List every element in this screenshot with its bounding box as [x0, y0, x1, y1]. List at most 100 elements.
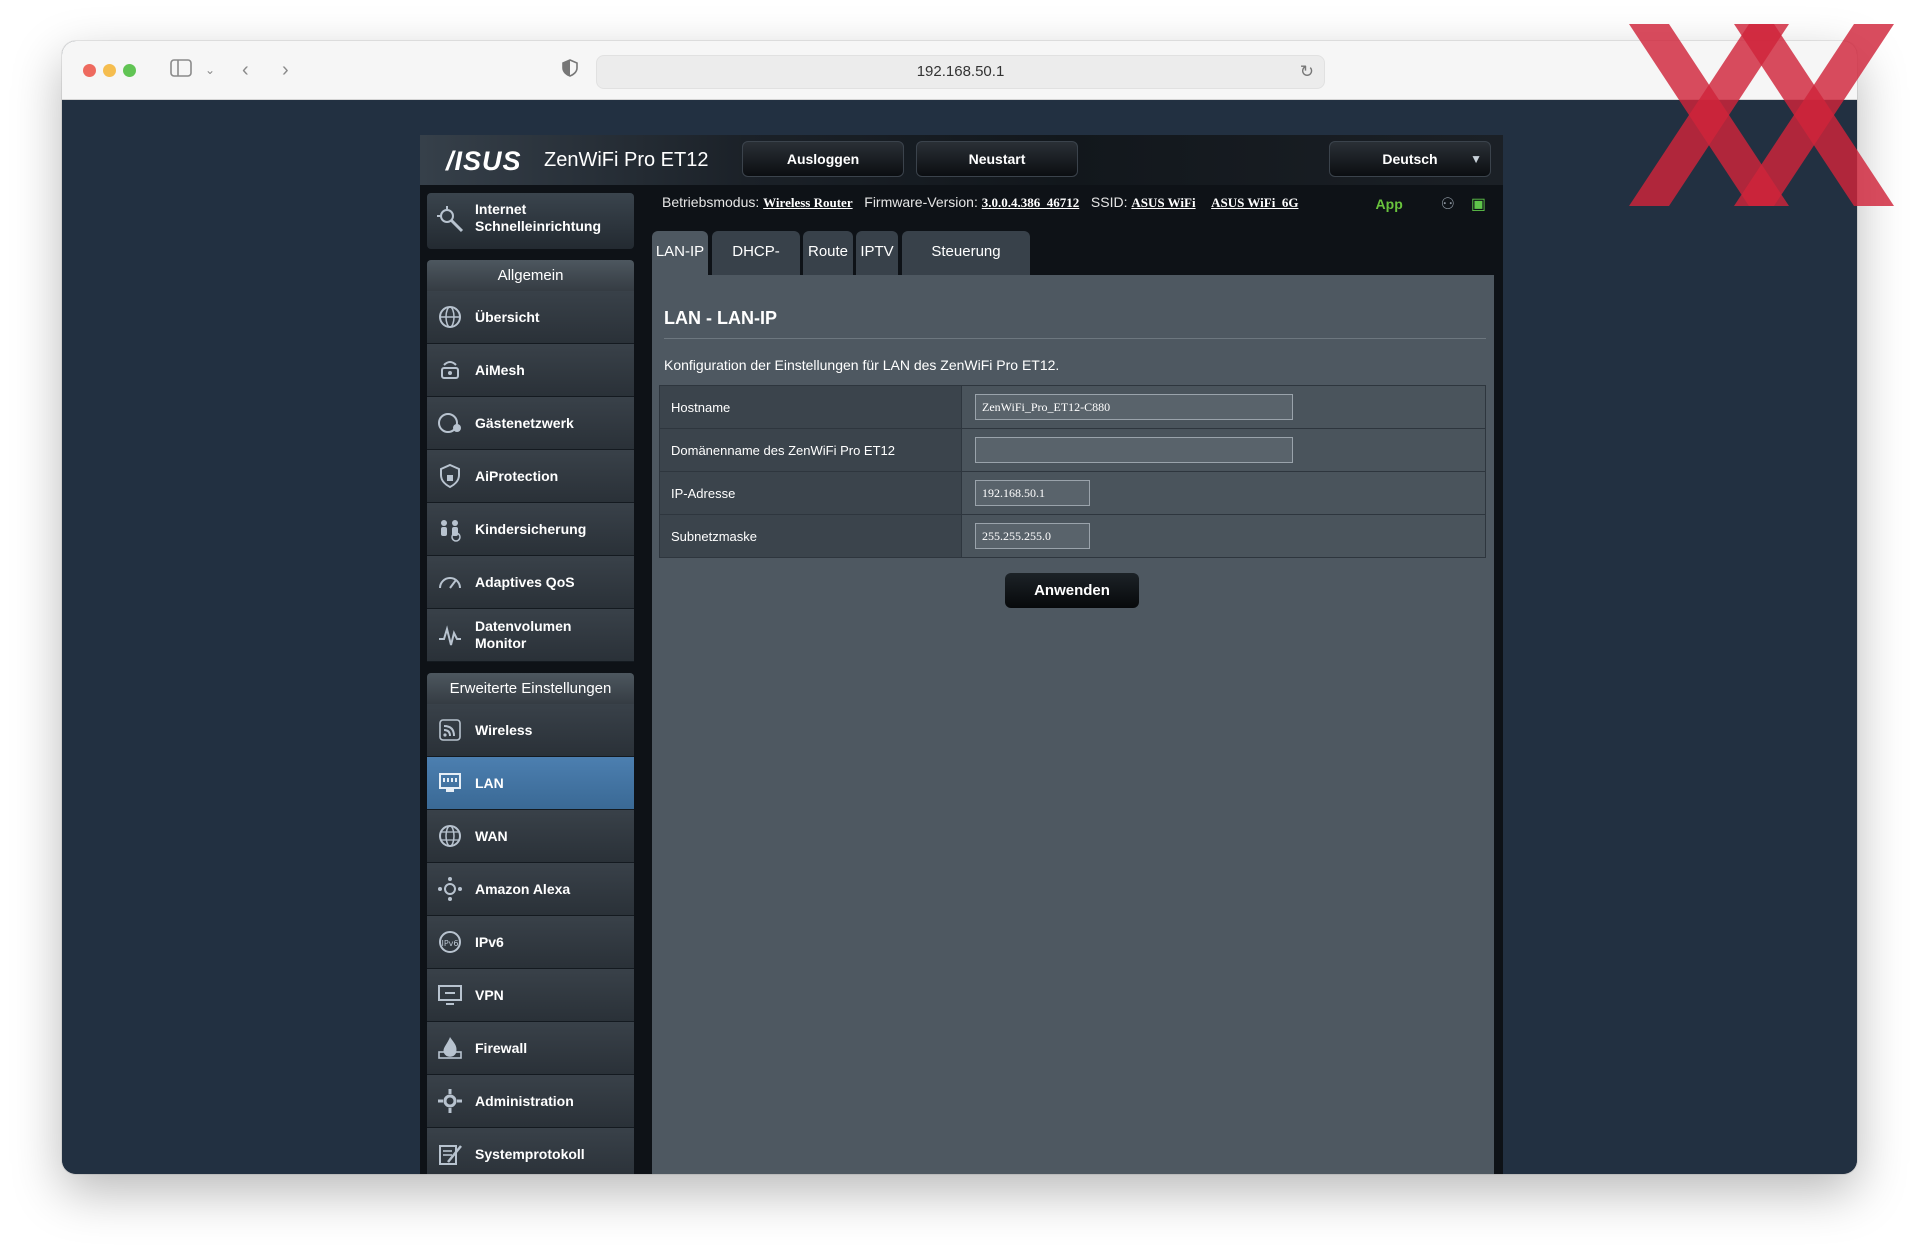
page-viewport: /ISUS ZenWiFi Pro ET12 Ausloggen Neustar…: [62, 100, 1857, 1174]
general-menu: Übersicht AiMesh Gästenetzwerk AiProtection…: [427, 291, 634, 662]
chevron-down-icon[interactable]: ⌄: [205, 59, 215, 81]
close-window-button[interactable]: [83, 64, 96, 77]
page-description: Konfiguration der Einstellungen für LAN …: [664, 357, 1060, 373]
wizard-icon: [435, 205, 465, 233]
apply-button[interactable]: Anwenden: [1005, 573, 1139, 608]
firmware-version-link[interactable]: 3.0.0.4.386_46712: [982, 195, 1080, 210]
router-ui: /ISUS ZenWiFi Pro ET12 Ausloggen Neustar…: [420, 135, 1503, 1174]
sidebar-item-amazon-alexa[interactable]: Amazon Alexa: [427, 863, 634, 916]
tab-iptv[interactable]: IPTV: [856, 231, 898, 275]
browser-window: ⌄ ‹ › 192.168.50.1 ↻ /ISUS ZenWiFi Pro E…: [62, 41, 1857, 1174]
sidebar-item-wan[interactable]: WAN: [427, 810, 634, 863]
page-title: LAN - LAN-IP: [664, 308, 777, 328]
sidebar-item-label: Systemprotokoll: [475, 1145, 585, 1162]
lan-settings-table: Hostname ZenWiFi_Pro_ET12-C880 Domänenna…: [659, 385, 1486, 558]
wan-globe-icon: [435, 822, 465, 850]
sidebar-item-aimesh[interactable]: AiMesh: [427, 344, 634, 397]
back-icon[interactable]: ‹: [242, 59, 249, 81]
ip-address-input[interactable]: 192.168.50.1: [975, 480, 1090, 506]
sidebar-item-label: Datenvolumen Monitor: [475, 618, 572, 651]
shield-lock-icon: [435, 462, 465, 490]
title-divider: [664, 338, 1486, 339]
sidebar-item-administration[interactable]: Administration: [427, 1075, 634, 1128]
minimize-window-button[interactable]: [103, 64, 116, 77]
zoom-window-button[interactable]: [123, 64, 136, 77]
ip-address-label: IP-Adresse: [659, 471, 962, 515]
family-icon: [435, 515, 465, 543]
sidebar-item-label: Kindersicherung: [475, 520, 587, 537]
reload-icon[interactable]: ↻: [1300, 56, 1314, 88]
table-row: Domänenname des ZenWiFi Pro ET12: [659, 428, 1486, 472]
sidebar-item-gästenetzwerk[interactable]: Gästenetzwerk: [427, 397, 634, 450]
ssid-link-1[interactable]: ASUS WiFi: [1131, 195, 1195, 210]
subnet-mask-label: Subnetzmaske: [659, 514, 962, 558]
sidebar-toggle-icon[interactable]: [170, 59, 192, 82]
alexa-icon: [435, 875, 465, 903]
sidebar-item-label: Amazon Alexa: [475, 880, 571, 897]
sidebar-item-übersicht[interactable]: Übersicht: [427, 291, 634, 344]
address-bar[interactable]: 192.168.50.1 ↻: [596, 55, 1325, 89]
sidebar-item-lan[interactable]: LAN: [427, 757, 634, 810]
sidebar-item-label: Adaptives QoS: [475, 573, 575, 590]
sidebar-item-label: AiMesh: [475, 361, 525, 378]
general-section-title: Allgemein: [427, 260, 634, 291]
sidebar-item-aiprotection[interactable]: AiProtection: [427, 450, 634, 503]
network-status-icon[interactable]: ▣: [1471, 196, 1486, 213]
reboot-button[interactable]: Neustart: [916, 141, 1078, 177]
router-header: /ISUS ZenWiFi Pro ET12 Ausloggen Neustar…: [420, 135, 1503, 185]
ssid-label: SSID:: [1090, 194, 1128, 210]
content-panel: LAN - LAN-IP Konfiguration der Einstellu…: [652, 275, 1494, 1174]
sidebar-item-firewall[interactable]: Firewall: [427, 1022, 634, 1075]
tab-route[interactable]: Route: [803, 231, 853, 275]
browser-toolbar: ⌄ ‹ › 192.168.50.1 ↻: [62, 41, 1857, 100]
sidebar-item-label: WAN: [475, 827, 508, 844]
sidebar-item-systemprotokoll[interactable]: Systemprotokoll: [427, 1128, 634, 1174]
aimesh-router-icon: [435, 356, 465, 384]
asus-logo: /ISUS: [446, 146, 522, 176]
sidebar-item-label: Übersicht: [475, 308, 540, 325]
domain-name-input[interactable]: [975, 437, 1293, 463]
sidebar-item-label: VPN: [475, 986, 504, 1003]
language-select[interactable]: Deutsch ▼: [1329, 141, 1491, 177]
sidebar-item-label: Gästenetzwerk: [475, 414, 574, 431]
svg-text:IPv6: IPv6: [441, 939, 458, 948]
lan-icon: [435, 769, 465, 797]
speedometer-icon: [435, 568, 465, 596]
mode-label: Betriebsmodus:: [662, 194, 760, 210]
forward-icon[interactable]: ›: [282, 59, 289, 81]
quick-internet-setup-button[interactable]: Internet Schnelleinrichtung: [427, 193, 634, 249]
sidebar-item-datenvolumen-monitor[interactable]: Datenvolumen Monitor: [427, 609, 634, 662]
sidebar-item-label: Administration: [475, 1092, 574, 1109]
ssid-link-2[interactable]: ASUS WiFi_6G: [1211, 195, 1298, 210]
sidebar-item-vpn[interactable]: VPN: [427, 969, 634, 1022]
xx-watermark-logo: [1629, 24, 1894, 206]
hostname-label: Hostname: [659, 385, 962, 429]
tab-lan-ip[interactable]: LAN-IP: [652, 231, 708, 275]
tab-steuerung-wechseln[interactable]: Steuerung wechseln: [902, 231, 1030, 302]
quick-setup-label: Internet Schnelleinrichtung: [475, 201, 602, 234]
table-row: Hostname ZenWiFi_Pro_ET12-C880: [659, 385, 1486, 429]
subnet-mask-input[interactable]: 255.255.255.0: [975, 523, 1090, 549]
ipv6-icon: IPv6: [435, 928, 465, 956]
status-icons: App ⚇ ▣: [1376, 194, 1486, 214]
firewall-flame-icon: [435, 1034, 465, 1062]
globe-network-icon: [435, 303, 465, 331]
sidebar-item-adaptives-qos[interactable]: Adaptives QoS: [427, 556, 634, 609]
guest-network-icon: [435, 409, 465, 437]
mode-value-link[interactable]: Wireless Router: [763, 195, 852, 210]
tab-dhcp-server[interactable]: DHCP-Server: [712, 231, 800, 302]
sidebar-item-ipv6[interactable]: IPv6 IPv6: [427, 916, 634, 969]
privacy-shield-icon[interactable]: [562, 59, 578, 83]
hostname-input[interactable]: ZenWiFi_Pro_ET12-C880: [975, 394, 1293, 420]
clients-icon[interactable]: ⚇: [1441, 196, 1455, 213]
status-bar: Betriebsmodus: Wireless Router Firmware-…: [662, 194, 1492, 214]
sidebar-item-label: Wireless: [475, 721, 533, 738]
sidebar-item-wireless[interactable]: Wireless: [427, 704, 634, 757]
firmware-label: Firmware-Version:: [864, 194, 978, 210]
sidebar-item-kindersicherung[interactable]: Kindersicherung: [427, 503, 634, 556]
vpn-monitor-icon: [435, 981, 465, 1009]
table-row: IP-Adresse 192.168.50.1: [659, 471, 1486, 515]
sidebar-item-label: AiProtection: [475, 467, 559, 484]
logout-button[interactable]: Ausloggen: [742, 141, 904, 177]
app-link[interactable]: App: [1376, 196, 1403, 212]
